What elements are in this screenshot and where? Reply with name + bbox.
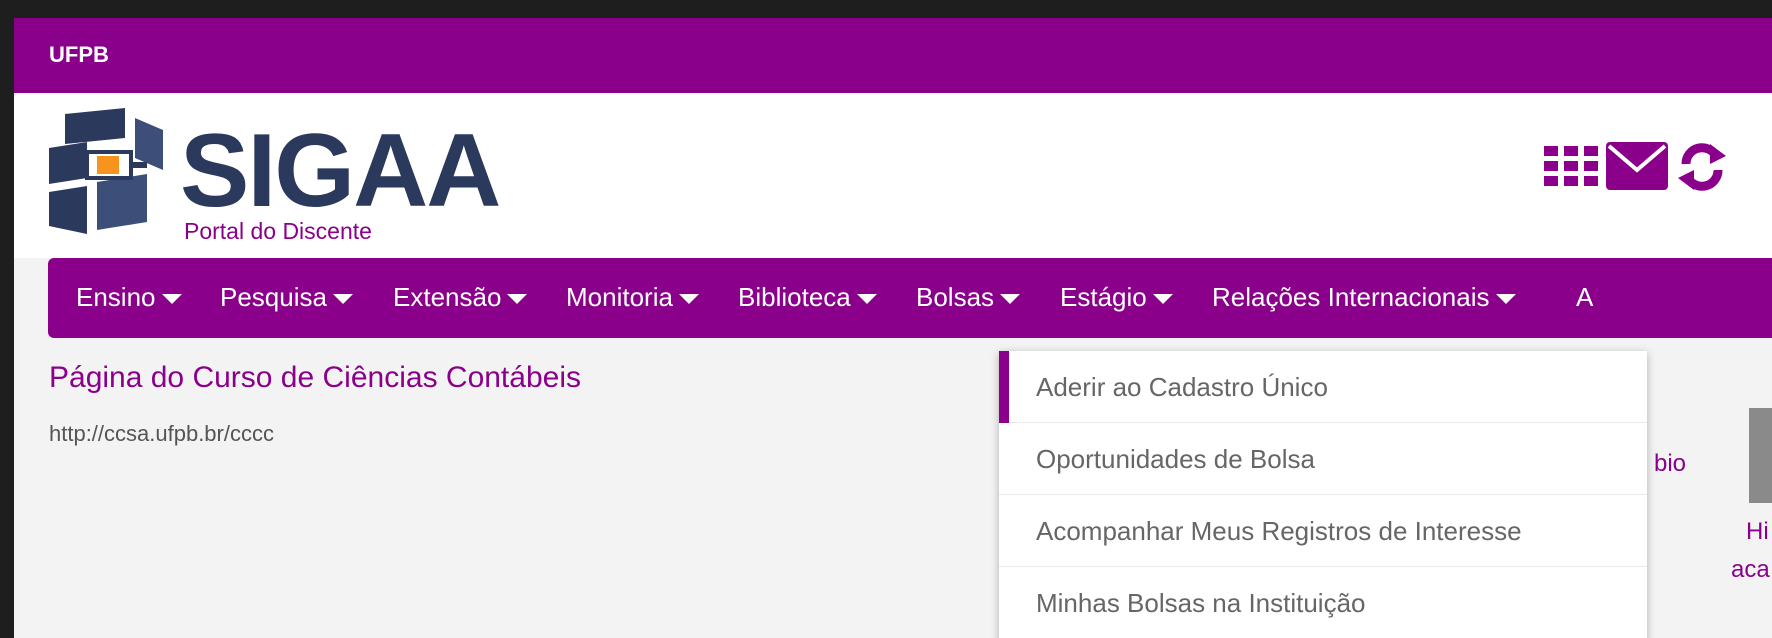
apps-grid-icon[interactable] [1544, 146, 1598, 186]
caret-down-icon [161, 294, 182, 305]
logo-subtitle: Portal do Discente [184, 218, 372, 244]
course-page-link[interactable]: Página do Curso de Ciências Contábeis [49, 361, 581, 395]
main-nav: Ensino Pesquisa Extensão Monitoria Bibli… [48, 258, 1772, 338]
background-text-fragment[interactable]: aca [1731, 556, 1770, 584]
nav-label: Monitoria [566, 282, 673, 312]
caret-down-icon [1000, 294, 1021, 305]
nav-relacoes-internacionais[interactable]: Relações Internacionais [1212, 258, 1516, 336]
menu-item-label: Aderir ao Cadastro Único [1036, 372, 1328, 402]
nav-label: Biblioteca [738, 282, 851, 312]
menu-item-minhas-bolsas[interactable]: Minhas Bolsas na Instituição [999, 567, 1647, 638]
caret-down-icon [856, 294, 877, 305]
nav-label: A [1576, 282, 1594, 312]
refresh-icon[interactable] [1676, 142, 1728, 192]
menu-item-label: Minhas Bolsas na Instituição [1036, 588, 1366, 618]
course-url: http://ccsa.ufpb.br/cccc [49, 421, 274, 446]
menu-item-label: Acompanhar Meus Registros de Interesse [1036, 516, 1522, 546]
menu-item-acompanhar-registros[interactable]: Acompanhar Meus Registros de Interesse [999, 495, 1647, 567]
mail-icon[interactable] [1606, 142, 1668, 190]
nav-label: Bolsas [916, 282, 995, 312]
caret-down-icon [332, 294, 353, 305]
nav-extensao[interactable]: Extensão [393, 258, 528, 336]
nav-label: Relações Internacionais [1212, 282, 1490, 312]
nav-label: Estágio [1060, 282, 1147, 312]
nav-ensino[interactable]: Ensino [76, 258, 182, 336]
caret-down-icon [507, 294, 528, 305]
nav-item-truncated[interactable]: A [1576, 258, 1593, 336]
logo-text[interactable]: SIGAA [180, 119, 501, 223]
nav-bolsas[interactable]: Bolsas [916, 258, 1021, 336]
menu-item-aderir-cadastro-unico[interactable]: Aderir ao Cadastro Único [999, 351, 1647, 423]
nav-monitoria[interactable]: Monitoria [566, 258, 699, 336]
header: SIGAA Portal do Discente [14, 93, 1772, 258]
caret-down-icon [1152, 294, 1173, 305]
nav-label: Ensino [76, 282, 156, 312]
side-thumbnail [1749, 408, 1772, 503]
background-text-fragment: bio [1654, 450, 1687, 477]
menu-item-label: Oportunidades de Bolsa [1036, 444, 1315, 474]
institution-label[interactable]: UFPB [49, 42, 109, 68]
nav-label: Extensão [393, 282, 502, 312]
caret-down-icon [1495, 294, 1516, 305]
active-item-indicator [999, 351, 1009, 423]
caret-down-icon [678, 294, 699, 305]
menu-item-oportunidades-bolsa[interactable]: Oportunidades de Bolsa [999, 423, 1647, 495]
bolsas-dropdown-menu: Aderir ao Cadastro Único Oportunidades d… [999, 351, 1647, 638]
top-bar: UFPB [14, 18, 1772, 93]
nav-pesquisa[interactable]: Pesquisa [220, 258, 353, 336]
browser-viewport: UFPB SIGAA Portal do Discente Ensino Pes… [14, 18, 1772, 638]
nav-estagio[interactable]: Estágio [1060, 258, 1173, 336]
nav-label: Pesquisa [220, 282, 327, 312]
nav-biblioteca[interactable]: Biblioteca [738, 258, 877, 336]
sigaa-logo-icon[interactable] [47, 108, 165, 234]
background-text-fragment[interactable]: Hi [1746, 518, 1769, 546]
